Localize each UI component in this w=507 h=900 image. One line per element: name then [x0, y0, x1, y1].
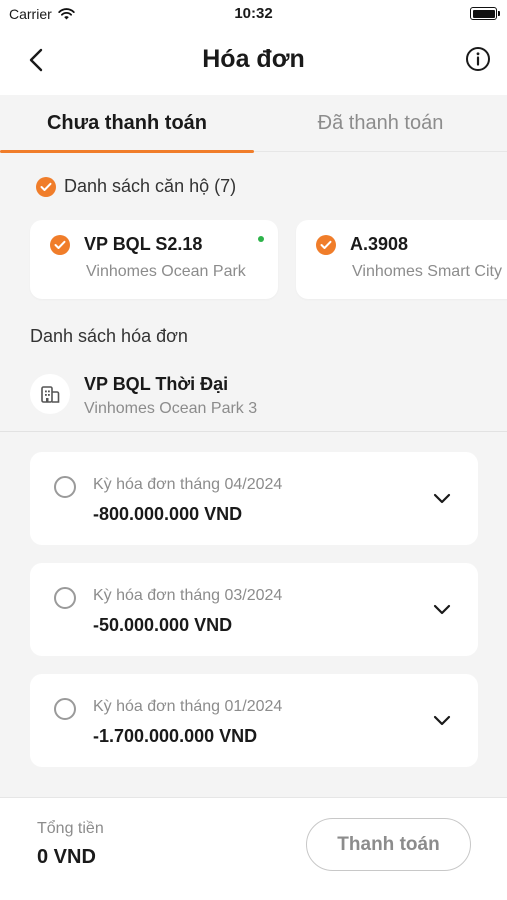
- total-label: Tổng tiền: [37, 820, 104, 837]
- apartment-name: A.3908: [350, 234, 409, 254]
- battery-icon: [470, 7, 500, 20]
- tab-unpaid-label: Chưa thanh toán: [46, 112, 208, 134]
- tab-unpaid[interactable]: Chưa thanh toán: [0, 95, 254, 153]
- invoice-amount: -800.000.000 VND: [93, 504, 243, 524]
- chevron-down-icon[interactable]: [430, 708, 454, 732]
- chevron-down-icon[interactable]: [430, 486, 454, 510]
- apartment-project: Vinhomes Ocean Park: [86, 263, 246, 280]
- invoice-amount: -1.700.000.000 VND: [93, 726, 258, 746]
- apartment-list-title: Danh sách căn hộ (7): [64, 176, 237, 196]
- status-bar: Carrier 10:32: [0, 0, 507, 30]
- check-circle-icon: [50, 234, 70, 255]
- payment-footer: Tổng tiền 0 VND Thanh toán: [0, 797, 507, 900]
- check-circle-icon: [316, 234, 336, 255]
- apartment-project: Vinhomes Smart City: [352, 263, 502, 280]
- apartment-name: VP BQL S2.18: [84, 234, 203, 254]
- building-row: VP BQL Thời Đại Vinhomes Ocean Park 3: [0, 362, 507, 432]
- tab-bar: Chưa thanh toán Đã thanh toán: [0, 95, 507, 153]
- tab-paid-label: Đã thanh toán: [317, 112, 444, 134]
- info-button[interactable]: [463, 44, 493, 74]
- invoice-period: Kỳ hóa đơn tháng 04/2024: [93, 476, 283, 493]
- check-circle-icon: [36, 176, 56, 197]
- invoice-period: Kỳ hóa đơn tháng 01/2024: [93, 698, 283, 715]
- building-name: VP BQL Thời Đại: [84, 374, 229, 394]
- radio-button[interactable]: [54, 476, 76, 498]
- apartment-card[interactable]: VP BQL S2.18 Vinhomes Ocean Park: [30, 220, 278, 299]
- total-value: 0 VND: [37, 846, 96, 868]
- invoice-list-title: Danh sách hóa đơn: [30, 326, 188, 346]
- building-project: Vinhomes Ocean Park 3: [84, 400, 258, 417]
- tab-paid[interactable]: Đã thanh toán: [254, 95, 507, 152]
- invoice-period: Kỳ hóa đơn tháng 03/2024: [93, 587, 283, 604]
- info-circle-icon: [466, 47, 490, 71]
- invoice-amount: -50.000.000 VND: [93, 615, 233, 635]
- apartment-card[interactable]: A.3908 Vinhomes Smart City: [296, 220, 507, 299]
- online-status-dot: [258, 236, 264, 242]
- nav-bar: Hóa đơn: [0, 30, 507, 95]
- radio-button[interactable]: [54, 587, 76, 609]
- radio-button[interactable]: [54, 698, 76, 720]
- pay-button[interactable]: Thanh toán: [306, 818, 471, 871]
- invoice-card[interactable]: Kỳ hóa đơn tháng 04/2024 -800.000.000 VN…: [30, 452, 478, 545]
- invoice-card[interactable]: Kỳ hóa đơn tháng 03/2024 -50.000.000 VND: [30, 563, 478, 656]
- building-icon: [30, 374, 70, 414]
- chevron-down-icon[interactable]: [430, 597, 454, 621]
- status-time: 10:32: [234, 5, 273, 22]
- invoice-card[interactable]: Kỳ hóa đơn tháng 01/2024 -1.700.000.000 …: [30, 674, 478, 767]
- apartment-list-header[interactable]: Danh sách căn hộ (7): [36, 176, 236, 197]
- page-title: Hóa đơn: [202, 45, 305, 73]
